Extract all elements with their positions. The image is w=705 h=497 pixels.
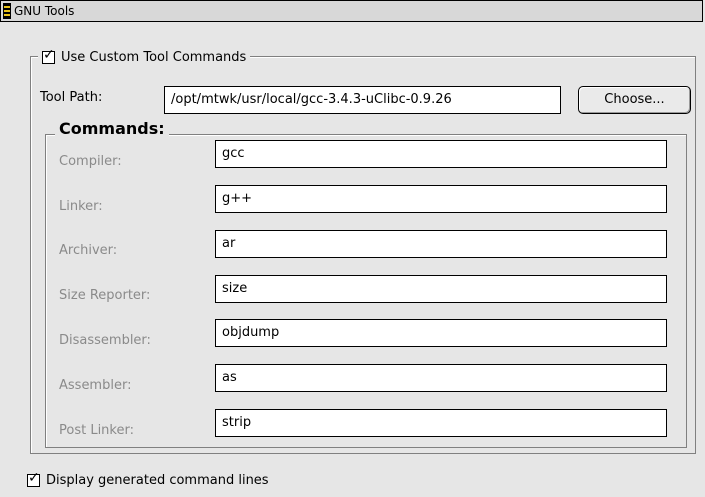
- display-command-lines-checkbox[interactable]: ✓: [27, 470, 40, 487]
- disassembler-input[interactable]: objdump: [215, 319, 667, 347]
- window-title: GNU Tools: [14, 4, 75, 18]
- tool-path-input[interactable]: /opt/mtwk/usr/local/gcc-3.4.3-uClibc-0.9…: [164, 86, 561, 114]
- use-custom-commands-label: Use Custom Tool Commands: [61, 49, 247, 65]
- use-custom-commands-checkbox[interactable]: ✓: [42, 46, 55, 64]
- linker-label: Linker:: [59, 199, 103, 214]
- window-grip-icon: [3, 3, 11, 19]
- disassembler-label: Disassembler:: [59, 333, 151, 348]
- post-linker-label: Post Linker:: [59, 423, 134, 438]
- size-reporter-input[interactable]: size: [215, 275, 667, 303]
- checkmark-icon: ✓: [28, 470, 40, 486]
- checkmark-icon: ✓: [43, 46, 55, 63]
- display-command-lines-label: Display generated command lines: [46, 473, 269, 488]
- commands-heading: Commands:: [55, 119, 169, 138]
- compiler-label: Compiler:: [59, 154, 122, 169]
- post-linker-input[interactable]: strip: [215, 409, 667, 437]
- window-title-bar[interactable]: GNU Tools: [0, 0, 703, 22]
- assembler-input[interactable]: as: [215, 364, 667, 392]
- choose-button[interactable]: Choose...: [578, 86, 691, 114]
- archiver-input[interactable]: ar: [215, 230, 667, 258]
- tool-path-label: Tool Path:: [40, 90, 103, 105]
- compiler-input[interactable]: gcc: [215, 140, 667, 168]
- display-command-lines-option[interactable]: ✓ Display generated command lines: [27, 470, 269, 488]
- linker-input[interactable]: g++: [215, 185, 667, 213]
- size-reporter-label: Size Reporter:: [59, 288, 151, 303]
- assembler-label: Assembler:: [59, 378, 132, 393]
- use-custom-commands-option[interactable]: ✓ Use Custom Tool Commands: [38, 46, 251, 67]
- archiver-label: Archiver:: [59, 243, 118, 258]
